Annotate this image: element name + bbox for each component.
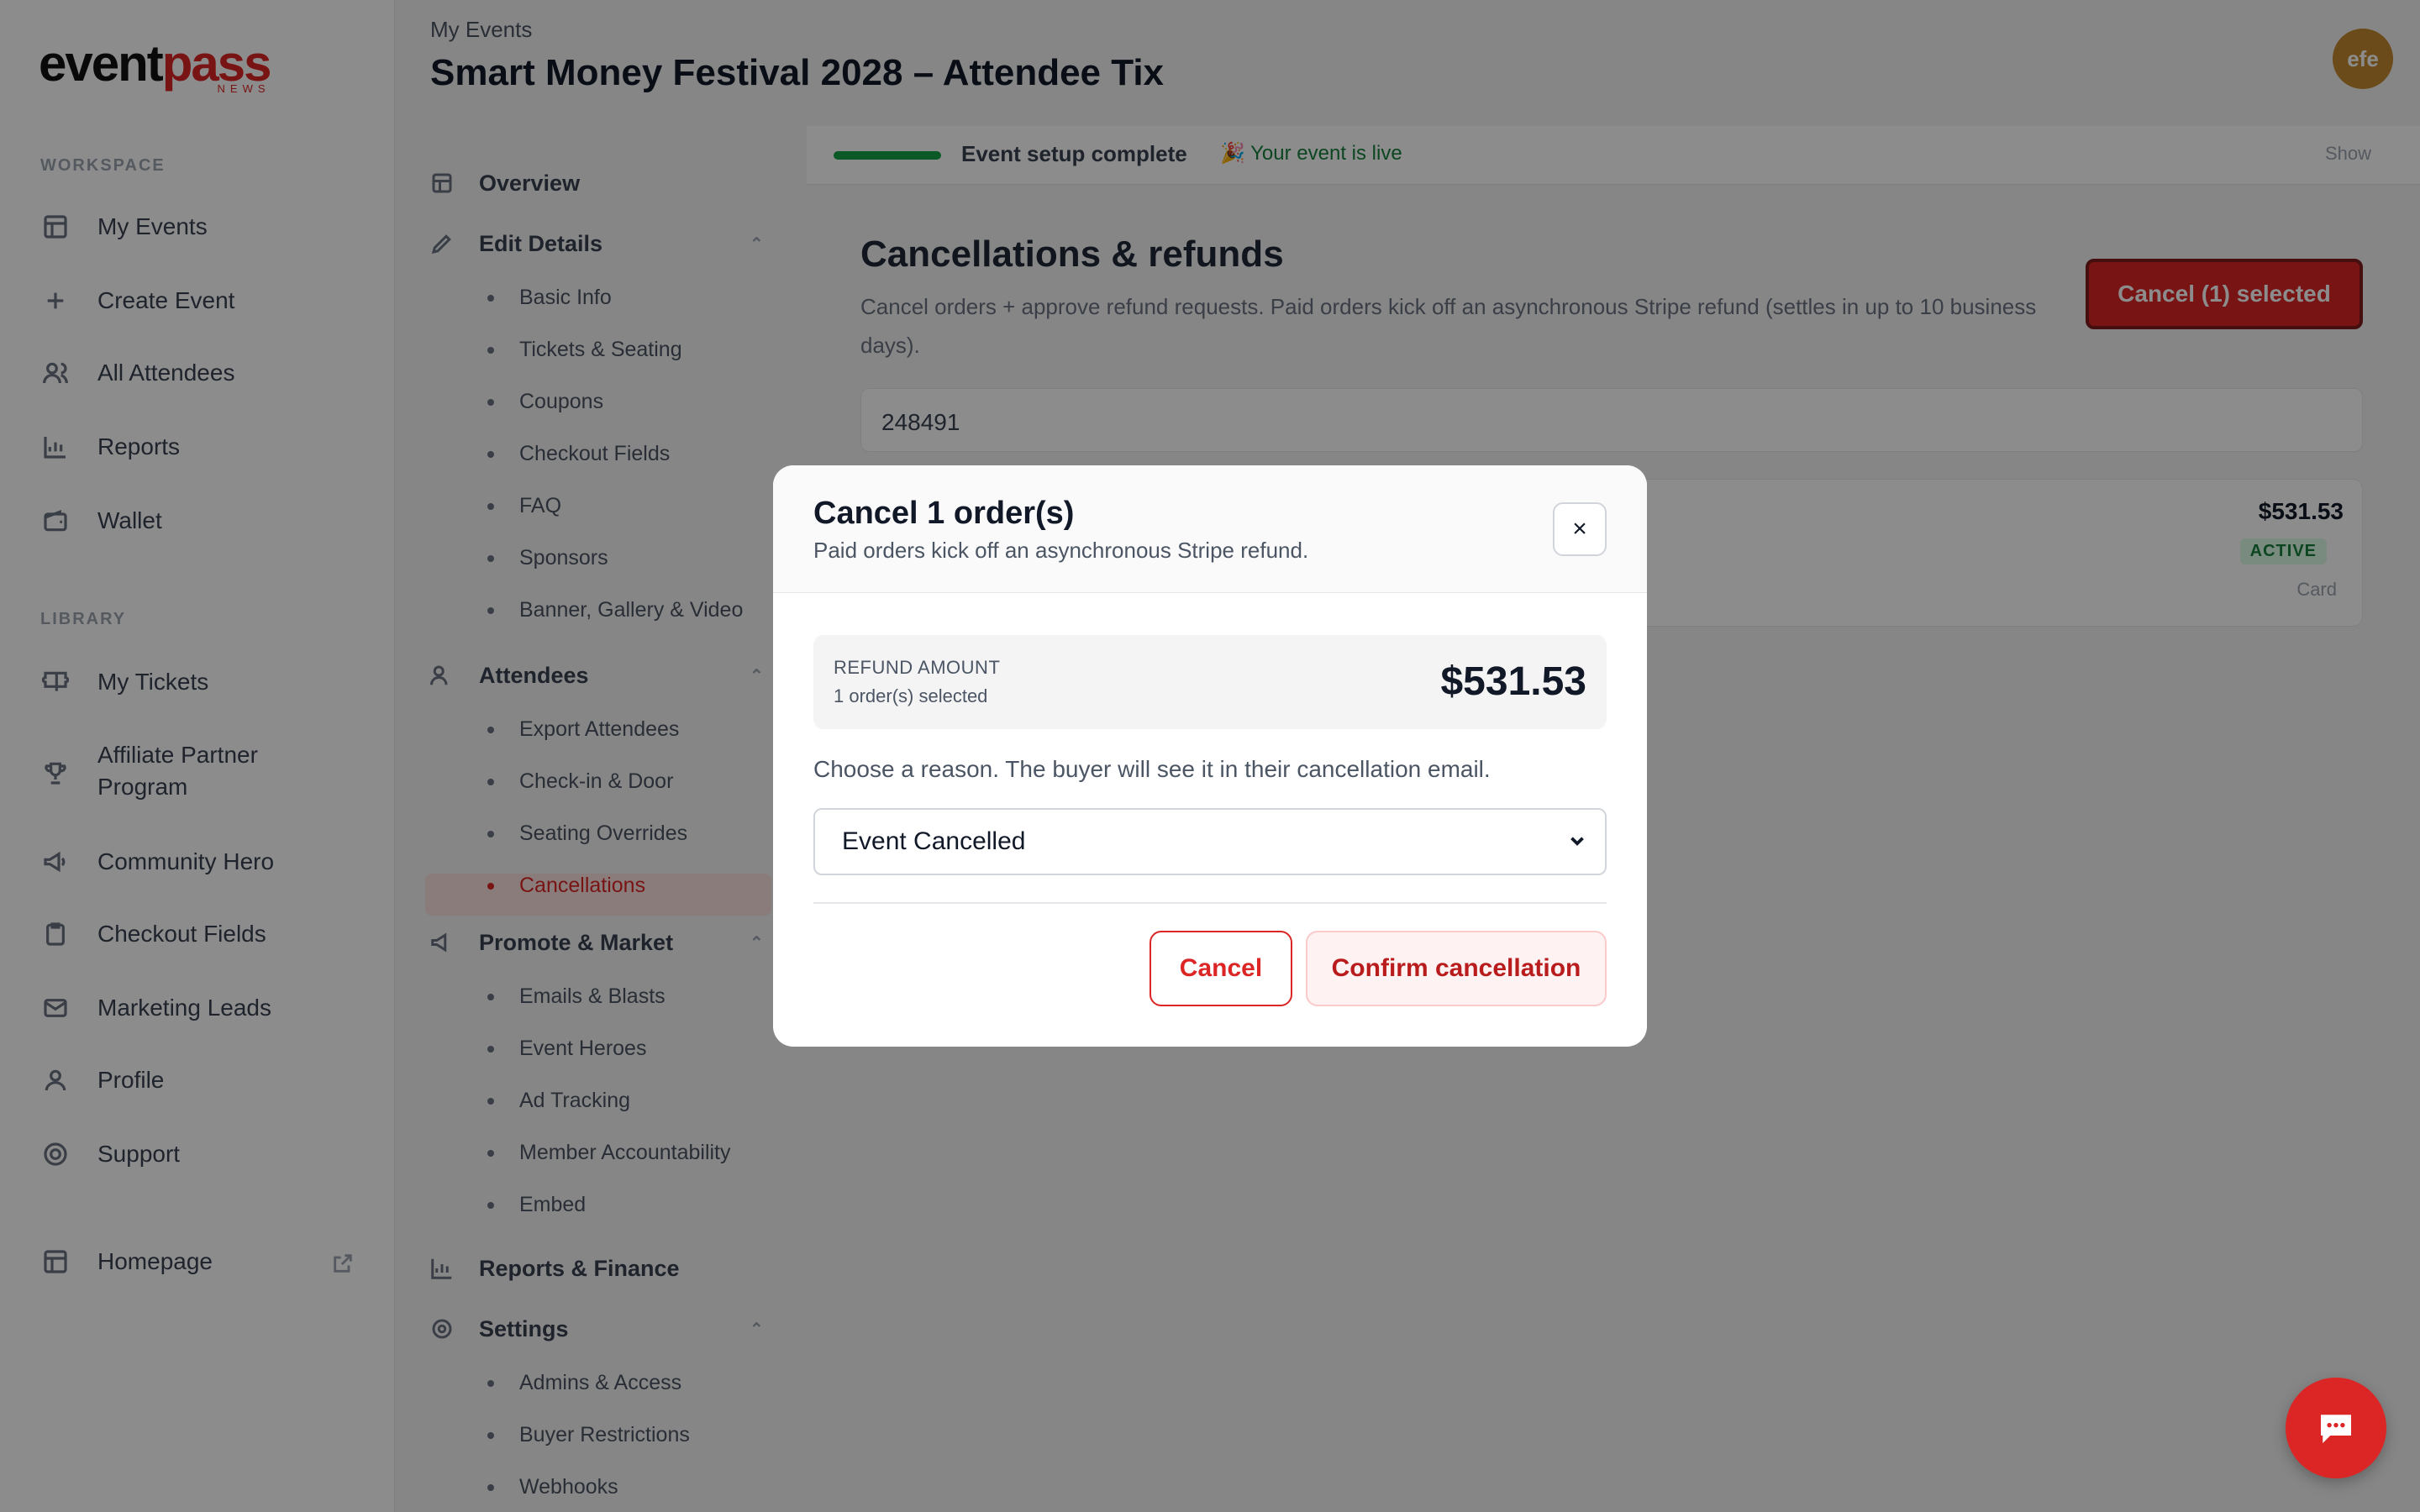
chat-button[interactable] (2286, 1378, 2386, 1478)
refund-label: REFUND AMOUNT (834, 657, 1001, 678)
cancel-orders-modal: Cancel 1 order(s) Paid orders kick off a… (773, 465, 1647, 1047)
reason-selected-value: Event Cancelled (842, 827, 1026, 855)
modal-header: Cancel 1 order(s) Paid orders kick off a… (773, 465, 1647, 593)
reason-select[interactable]: Event Cancelled (813, 808, 1607, 875)
modal-title: Cancel 1 order(s) (813, 496, 1075, 531)
chevron-down-icon (1566, 830, 1590, 853)
close-button[interactable]: × (1553, 502, 1607, 556)
confirm-cancellation-button[interactable]: Confirm cancellation (1306, 931, 1607, 1006)
close-icon: × (1572, 515, 1587, 543)
cancel-button[interactable]: Cancel (1150, 931, 1292, 1006)
modal-subtitle: Paid orders kick off an asynchronous Str… (813, 538, 1309, 563)
divider (813, 902, 1607, 904)
refund-count: 1 order(s) selected (834, 685, 988, 706)
reason-prompt: Choose a reason. The buyer will see it i… (813, 756, 1491, 782)
refund-amount: $531.53 (1440, 659, 1586, 704)
refund-summary: REFUND AMOUNT 1 order(s) selected $531.5… (813, 635, 1607, 729)
chat-bubble-icon (2321, 1415, 2351, 1443)
